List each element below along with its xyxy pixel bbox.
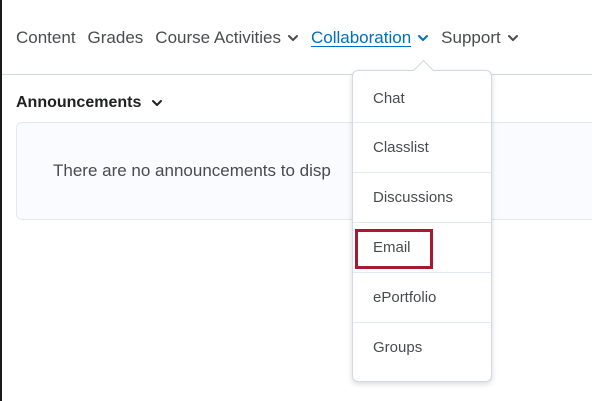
announcements-widget-title[interactable]: Announcements <box>16 94 163 112</box>
page-frame: Content Grades Course Activities Collabo… <box>0 0 592 401</box>
menu-item-email[interactable]: Email <box>353 223 491 273</box>
nav-label: Support <box>441 28 501 47</box>
nav-item-collaboration[interactable]: Collaboration <box>311 28 429 48</box>
course-navbar: Content Grades Course Activities Collabo… <box>2 0 592 75</box>
collaboration-dropdown-menu: Chat Classlist Discussions Email ePortfo… <box>352 70 492 382</box>
nav-item-content[interactable]: Content <box>16 28 76 48</box>
menu-item-classlist[interactable]: Classlist <box>353 123 491 173</box>
empty-state-text: There are no announcements to disp <box>53 161 331 180</box>
chevron-down-icon <box>507 32 519 44</box>
chevron-down-icon <box>287 32 299 44</box>
menu-item-discussions[interactable]: Discussions <box>353 173 491 223</box>
chevron-down-icon[interactable] <box>151 97 163 109</box>
chevron-down-icon <box>417 32 429 44</box>
nav-label: Course Activities <box>155 28 281 47</box>
nav-item-course-activities[interactable]: Course Activities <box>155 28 299 48</box>
nav-label: Content <box>16 28 76 47</box>
menu-item-eportfolio[interactable]: ePortfolio <box>353 273 491 323</box>
nav-item-support[interactable]: Support <box>441 28 519 48</box>
nav-items: Content Grades Course Activities Collabo… <box>16 28 531 48</box>
announcements-widget: There are no announcements to disp <box>16 122 592 220</box>
nav-label: Grades <box>87 28 144 47</box>
nav-label: Collaboration <box>310 28 412 47</box>
nav-item-grades[interactable]: Grades <box>88 28 144 48</box>
menu-item-groups[interactable]: Groups <box>353 323 491 373</box>
widget-title-label: Announcements <box>16 94 142 111</box>
